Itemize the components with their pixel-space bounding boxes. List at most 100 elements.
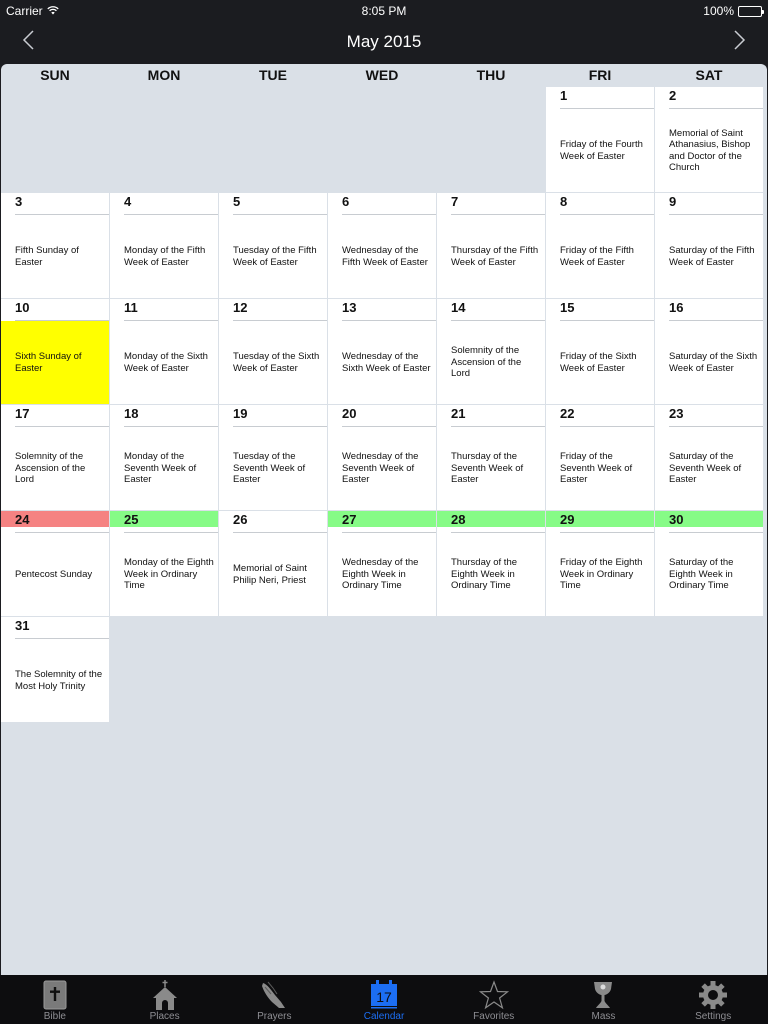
day-cell-30[interactable]: 30 Saturday of the Eighth Week in Ordinar…	[655, 511, 763, 616]
feast-description: Friday of the Eighth Week in Ordinary Ti…	[560, 557, 643, 592]
day-cell-10[interactable]: 10 Sixth Sunday of Easter	[1, 299, 109, 404]
feast-area: Monday of the Seventh Week of Easter	[110, 427, 218, 510]
feast-area: Pentecost Sunday	[1, 533, 109, 616]
chalice-icon	[587, 979, 619, 1011]
day-cell-4[interactable]: 4 Monday of the Fifth Week of Easter	[110, 193, 218, 298]
day-cell-25[interactable]: 25 Monday of the Eighth Week in Ordinary …	[110, 511, 218, 616]
feast-description: Wednesday of the Seventh Week of Easter	[342, 451, 419, 486]
feast-description: Thursday of the Seventh Week of Easter	[451, 451, 524, 486]
day-cell-13[interactable]: 13 Wednesday of the Sixth Week of Easter	[328, 299, 436, 404]
feast-area: Saturday of the Eighth Week in Ordinary …	[655, 533, 763, 616]
day-cell-22[interactable]: 22 Friday of the Seventh Week of Easter	[546, 405, 654, 510]
feast-description: Friday of the Fifth Week of Easter	[560, 245, 634, 268]
calendar-icon: 17	[368, 979, 400, 1011]
date-number: 17	[15, 406, 30, 421]
feast-area: Saturday of the Seventh Week of Easter	[655, 427, 763, 510]
date-number: 20	[342, 406, 357, 421]
day-cell-31[interactable]: 31 The Solemnity of the Most Holy Trinity	[1, 617, 109, 722]
feast-description: Wednesday of the Sixth Week of Easter	[342, 351, 431, 374]
date-number: 23	[669, 406, 684, 421]
tab-settings[interactable]: Settings	[658, 975, 768, 1024]
feast-description: Monday of the Eighth Week in Ordinary Ti…	[124, 557, 214, 592]
feast-description: Wednesday of the Eighth Week in Ordinary…	[342, 557, 419, 592]
date-number: 9	[669, 194, 677, 209]
day-cell-26[interactable]: 26 Memorial of Saint Philip Neri, Priest	[219, 511, 327, 616]
day-cell-7[interactable]: 7 Thursday of the Fifth Week of Easter	[437, 193, 545, 298]
feast-description: Saturday of the Fifth Week of Easter	[669, 245, 755, 268]
weekday-sun: SUN	[40, 67, 70, 83]
date-number: 16	[669, 300, 684, 315]
tab-favorites[interactable]: Favorites	[439, 975, 549, 1024]
day-cell-1[interactable]: 1 Friday of the Fourth Week of Easter	[546, 87, 654, 192]
day-cell-19[interactable]: 19 Tuesday of the Seventh Week of Easter	[219, 405, 327, 510]
day-cell-3[interactable]: 3 Fifth Sunday of Easter	[1, 193, 109, 298]
day-cell-6[interactable]: 6 Wednesday of the Fifth Week of Easter	[328, 193, 436, 298]
feast-area: Saturday of the Fifth Week of Easter	[655, 215, 763, 298]
day-cell-27[interactable]: 27 Wednesday of the Eighth Week in Ordina…	[328, 511, 436, 616]
day-cell-24[interactable]: 24 Pentecost Sunday	[1, 511, 109, 616]
nav-bar: May 2015	[0, 20, 768, 64]
date-number: 5	[233, 194, 241, 209]
tab-places[interactable]: Places	[110, 975, 220, 1024]
status-bar: Carrier 8:05 PM 100%	[0, 0, 768, 20]
date-number: 15	[560, 300, 575, 315]
feast-area: Wednesday of the Sixth Week of Easter	[328, 321, 436, 404]
date-number: 22	[560, 406, 575, 421]
date-number: 24	[15, 512, 30, 527]
day-cell-28[interactable]: 28 Thursday of the Eighth Week in Ordinar…	[437, 511, 545, 616]
day-cell-5[interactable]: 5 Tuesday of the Fifth Week of Easter	[219, 193, 327, 298]
status-time: 8:05 PM	[361, 4, 407, 18]
date-number: 3	[15, 194, 23, 209]
feast-description: Monday of the Sixth Week of Easter	[124, 351, 208, 374]
day-cell-15[interactable]: 15 Friday of the Sixth Week of Easter	[546, 299, 654, 404]
feast-description: Fifth Sunday of Easter	[15, 245, 79, 268]
day-cell-21[interactable]: 21 Thursday of the Seventh Week of Easter	[437, 405, 545, 510]
gear-icon	[697, 979, 729, 1011]
feast-description: Solemnity of the Ascension of the Lord	[15, 451, 86, 486]
feast-area: Friday of the Fifth Week of Easter	[546, 215, 654, 298]
feast-description: Saturday of the Eighth Week in Ordinary …	[669, 557, 734, 592]
day-cell-16[interactable]: 16 Saturday of the Sixth Week of Easter	[655, 299, 763, 404]
day-cell-20[interactable]: 20 Wednesday of the Seventh Week of Easte…	[328, 405, 436, 510]
svg-text:17: 17	[376, 989, 392, 1005]
weekday-header: SUN MON TUE WED THU FRI SAT	[1, 64, 767, 86]
weekday-thu: THU	[476, 67, 506, 83]
tab-label: Bible	[43, 1011, 66, 1022]
feast-area: Friday of the Fourth Week of Easter	[546, 109, 654, 192]
day-cell-23[interactable]: 23 Saturday of the Seventh Week of Easter	[655, 405, 763, 510]
feast-description: Tuesday of the Fifth Week of Easter	[233, 245, 317, 268]
bible-icon	[39, 979, 71, 1011]
feast-area: Friday of the Eighth Week in Ordinary Ti…	[546, 533, 654, 616]
day-cell-9[interactable]: 9 Saturday of the Fifth Week of Easter	[655, 193, 763, 298]
weekday-mon: MON	[147, 67, 181, 83]
tab-label: Calendar	[363, 1011, 405, 1022]
date-number: 12	[233, 300, 248, 315]
tab-prayers[interactable]: Prayers	[219, 975, 329, 1024]
feast-description: Thursday of the Fifth Week of Easter	[451, 245, 539, 268]
tab-bible[interactable]: Bible	[0, 975, 110, 1024]
feast-area: Solemnity of the Ascension of the Lord	[1, 427, 109, 510]
feast-area: Thursday of the Eighth Week in Ordinary …	[437, 533, 545, 616]
feast-area: Monday of the Eighth Week in Ordinary Ti…	[110, 533, 218, 616]
feast-description: Wednesday of the Fifth Week of Easter	[342, 245, 428, 268]
tab-calendar[interactable]: 17 Calendar	[329, 975, 439, 1024]
tab-label: Mass	[591, 1011, 616, 1022]
day-cell-11[interactable]: 11 Monday of the Sixth Week of Easter	[110, 299, 218, 404]
feast-area: Fifth Sunday of Easter	[1, 215, 109, 298]
day-cell-12[interactable]: 12 Tuesday of the Sixth Week of Easter	[219, 299, 327, 404]
feast-area: Tuesday of the Seventh Week of Easter	[219, 427, 327, 510]
day-cell-8[interactable]: 8 Friday of the Fifth Week of Easter	[546, 193, 654, 298]
day-cell-17[interactable]: 17 Solemnity of the Ascension of the Lord	[1, 405, 109, 510]
day-cell-14[interactable]: 14 Solemnity of the Ascension of the Lord	[437, 299, 545, 404]
day-cell-18[interactable]: 18 Monday of the Seventh Week of Easter	[110, 405, 218, 510]
date-number: 30	[669, 512, 684, 527]
feast-description: Friday of the Fourth Week of Easter	[560, 139, 643, 162]
feast-area: Thursday of the Seventh Week of Easter	[437, 427, 545, 510]
feast-area: Friday of the Sixth Week of Easter	[546, 321, 654, 404]
feast-description: Monday of the Fifth Week of Easter	[124, 245, 206, 268]
feast-description: Sixth Sunday of Easter	[15, 351, 82, 374]
tab-mass[interactable]: Mass	[549, 975, 659, 1024]
day-cell-29[interactable]: 29 Friday of the Eighth Week in Ordinary …	[546, 511, 654, 616]
next-month-button[interactable]	[725, 28, 755, 56]
day-cell-2[interactable]: 2 Memorial of Saint Athanasius, Bishop an…	[655, 87, 763, 192]
